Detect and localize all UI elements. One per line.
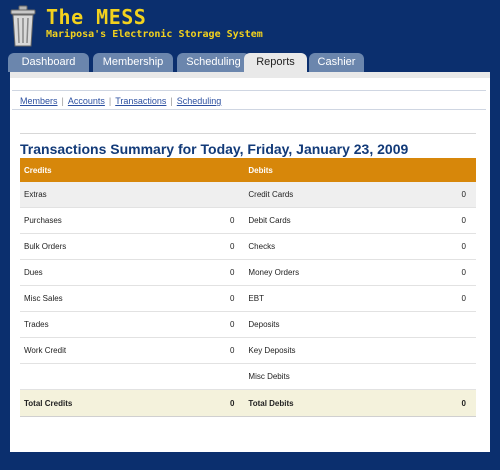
total-debits-label: Total Debits: [244, 389, 422, 417]
credit-label: Purchases: [20, 207, 191, 234]
trash-can-icon: [10, 5, 36, 47]
separator: |: [170, 96, 173, 106]
credits-column-header: Credits: [20, 158, 245, 182]
credit-label: Work Credit: [20, 337, 191, 364]
credit-label: Extras: [20, 182, 191, 208]
subnav-scheduling-link[interactable]: Scheduling: [177, 96, 222, 106]
debit-label: EBT: [244, 285, 422, 312]
tab-dashboard[interactable]: Dashboard: [8, 53, 89, 72]
tab-membership[interactable]: Membership: [93, 53, 173, 72]
total-debits-value: 0: [422, 389, 476, 417]
tab-reports[interactable]: Reports: [244, 53, 307, 72]
credit-value: 0: [190, 311, 245, 338]
credit-value: 0: [190, 285, 245, 312]
debit-label: Misc Debits: [244, 363, 422, 390]
subnav-accounts-link[interactable]: Accounts: [68, 96, 105, 106]
credit-value: 0: [190, 207, 245, 234]
debit-label: Debit Cards: [244, 207, 422, 234]
debit-value: 0: [422, 233, 476, 260]
app-title: The MESS: [46, 5, 147, 29]
debit-label: Credit Cards: [244, 182, 422, 208]
debit-value: 0: [422, 182, 476, 208]
debit-value: 0: [422, 259, 476, 286]
credit-label: Misc Sales: [20, 285, 191, 312]
page-title: Transactions Summary for Today, Friday, …: [20, 133, 476, 157]
credit-label: [20, 363, 191, 390]
debit-value: [422, 363, 476, 390]
credit-label: Dues: [20, 259, 191, 286]
debit-value: [422, 337, 476, 364]
table-row: Bulk Orders 0 Checks 0: [20, 233, 476, 260]
tab-cashier[interactable]: Cashier: [309, 53, 364, 72]
page-footer: [0, 456, 500, 470]
separator: |: [108, 96, 112, 106]
totals-row: Total Credits 0 Total Debits 0: [20, 389, 476, 417]
total-credits-label: Total Credits: [20, 389, 191, 417]
table-row: Extras Credit Cards 0: [20, 182, 476, 208]
debit-value: 0: [422, 285, 476, 312]
credit-label: Trades: [20, 311, 191, 338]
table-header-row: Credits Debits: [20, 158, 476, 182]
credit-value: 0: [190, 259, 245, 286]
reports-subnav: Members | Accounts | Transactions | Scheduling: [12, 90, 486, 110]
debits-column-header: Debits: [244, 158, 476, 182]
separator: |: [61, 96, 64, 106]
debit-label: Deposits: [244, 311, 422, 338]
table-row: Work Credit 0 Key Deposits: [20, 337, 476, 364]
credit-value: 0: [190, 337, 245, 364]
tab-scheduling[interactable]: Scheduling: [177, 53, 250, 72]
debit-label: Money Orders: [244, 259, 422, 286]
debit-label: Checks: [244, 233, 422, 260]
main-content: Members | Accounts | Transactions | Scheduling…: [10, 72, 490, 452]
debit-value: 0: [422, 207, 476, 234]
total-credits-value: 0: [190, 389, 245, 417]
credit-value: [190, 363, 245, 390]
debit-value: [422, 311, 476, 338]
credit-label: Bulk Orders: [20, 233, 191, 260]
table-row: Misc Debits: [20, 363, 476, 390]
table-row: Purchases 0 Debit Cards 0: [20, 207, 476, 234]
app-header: The MESS Mariposa's Electronic Storage S…: [0, 0, 500, 58]
table-row: Dues 0 Money Orders 0: [20, 259, 476, 286]
credit-value: 0: [190, 233, 245, 260]
app-subtitle: Mariposa's Electronic Storage System: [46, 29, 263, 40]
transactions-summary-table: Credits Debits Extras Credit Cards 0 Pur…: [20, 158, 476, 417]
table-row: Misc Sales 0 EBT 0: [20, 285, 476, 312]
subnav-members-link[interactable]: Members: [20, 96, 58, 106]
debit-label: Key Deposits: [244, 337, 422, 364]
credit-value: [190, 182, 245, 208]
subnav-transactions-link[interactable]: Transactions: [115, 96, 166, 106]
table-row: Trades 0 Deposits: [20, 311, 476, 338]
